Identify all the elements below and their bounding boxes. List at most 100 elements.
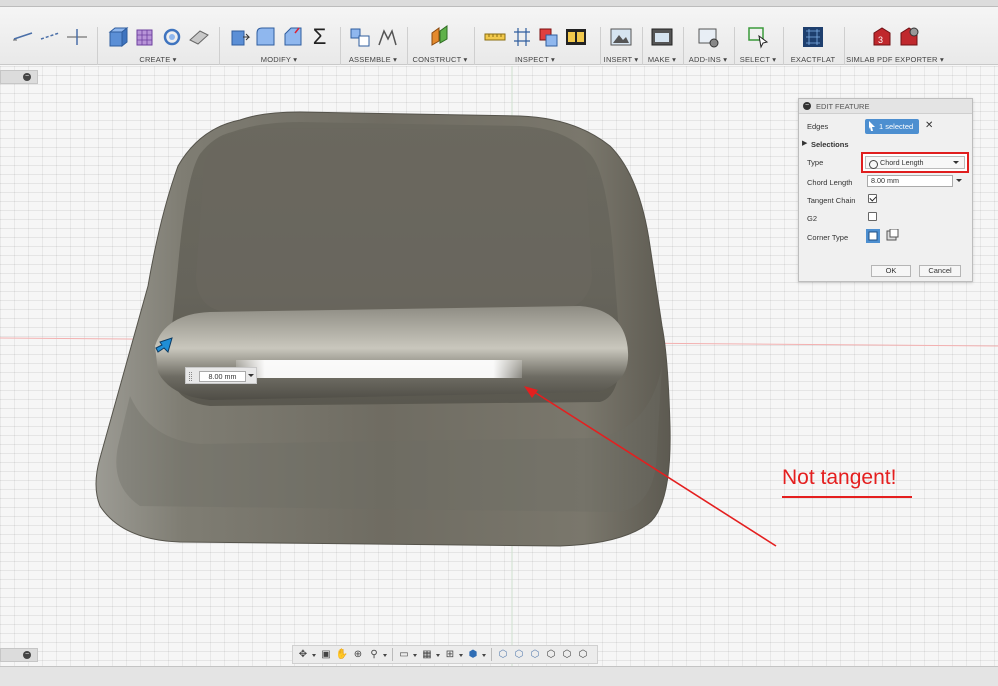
create-menu-label[interactable]: CREATE ▾ (98, 55, 218, 64)
type-row: Type Chord Length (799, 152, 974, 173)
type-dropdown-value: Chord Length (880, 158, 924, 167)
chord-length-icon (869, 160, 878, 169)
exactflat-icon[interactable] (801, 25, 825, 49)
simlab-settings-icon[interactable] (897, 25, 921, 49)
press-pull-icon[interactable] (227, 25, 251, 49)
add-ins-group: ADD-INS ▾ (684, 7, 732, 65)
edges-selection-button[interactable]: 1 selected (865, 119, 919, 134)
new-component-icon[interactable] (348, 25, 372, 49)
make-menu-label[interactable]: MAKE ▾ (643, 55, 681, 64)
simlab-export-icon[interactable]: 3 (870, 25, 894, 49)
plane-body-icon[interactable] (187, 25, 211, 49)
measure-icon[interactable] (483, 25, 507, 49)
annotation-text: Not tangent! (782, 466, 897, 489)
zoom-icon[interactable]: ⚲ (367, 648, 381, 662)
main-toolbar: CREATE ▾ Σ MODIFY ▾ ASSEMBLE ▾ CONSTRUCT… (0, 7, 998, 65)
inspect-icons (475, 25, 595, 53)
selected-edge-highlight[interactable] (236, 360, 522, 378)
chevron-down-icon[interactable] (383, 648, 388, 662)
zoom-window-icon[interactable]: ⊕ (351, 648, 365, 662)
edit-feature-panel: − EDIT FEATURE Edges 1 selected ✕ ▶ Sele… (798, 98, 973, 282)
extrude-icon[interactable] (106, 25, 130, 49)
compute-sum-icon[interactable]: Σ (308, 25, 332, 49)
dimension-value-field[interactable]: 8.00 mm (199, 371, 246, 382)
modify-menu-label[interactable]: MODIFY ▾ (220, 55, 338, 64)
create-icons (98, 25, 218, 53)
display-settings-icon[interactable]: ▭ (397, 648, 411, 662)
comments-panel-toggle[interactable]: − (0, 648, 38, 662)
cancel-button[interactable]: Cancel (919, 265, 961, 277)
modify-group: Σ MODIFY ▾ (220, 7, 338, 65)
expand-triangle-icon[interactable]: ▶ (802, 139, 807, 147)
3d-print-icon[interactable] (650, 25, 674, 49)
ok-button[interactable]: OK (871, 265, 911, 277)
g2-checkbox[interactable] (868, 212, 877, 221)
viewports-icon[interactable]: ⊞ (443, 648, 457, 662)
grid-settings-icon[interactable]: ▦ (420, 648, 434, 662)
chord-length-label: Chord Length (807, 178, 853, 187)
simlab-menu-label[interactable]: SIMLAB PDF EXPORTER ▾ (845, 55, 945, 64)
type-dropdown[interactable]: Chord Length (861, 152, 969, 173)
chevron-down-icon[interactable] (312, 648, 317, 662)
viewport-dimension-input[interactable]: 8.00 mm (185, 367, 257, 384)
corner-setback-icon[interactable] (885, 229, 899, 243)
chevron-down-icon[interactable] (248, 374, 254, 377)
section-analysis-icon[interactable] (510, 25, 534, 49)
dashed-line-sketch-icon[interactable] (38, 25, 62, 49)
insert-image-icon[interactable] (609, 25, 633, 49)
panel-header: − EDIT FEATURE (799, 99, 972, 114)
assemble-menu-label[interactable]: ASSEMBLE ▾ (341, 55, 405, 64)
wire-view-icon[interactable]: ⬡ (528, 648, 542, 662)
fillet-icon[interactable] (254, 25, 278, 49)
select-window-icon[interactable] (746, 25, 770, 49)
tangent-chain-checkbox[interactable] (868, 194, 877, 203)
modify-icons: Σ (220, 25, 338, 53)
selections-row[interactable]: ▶ Selections (799, 137, 974, 153)
chord-length-row: Chord Length 8.00 mm (799, 175, 974, 191)
chevron-down-icon[interactable] (459, 648, 464, 662)
edges-row: Edges 1 selected ✕ (799, 119, 974, 135)
environment-icon[interactable]: ⬢ (466, 648, 480, 662)
g2-row: G2 (799, 211, 974, 227)
joint-icon[interactable] (375, 25, 399, 49)
chamfer-icon[interactable] (281, 25, 305, 49)
chevron-down-icon[interactable] (956, 179, 962, 182)
cursor-icon (869, 121, 875, 131)
selections-label: Selections (811, 140, 849, 149)
interference-icon[interactable] (537, 25, 561, 49)
sketch-icons (4, 25, 96, 53)
crosshair-sketch-icon[interactable] (65, 25, 89, 49)
look-at-icon[interactable]: ▣ (319, 648, 333, 662)
pipe-icon[interactable] (160, 25, 184, 49)
chord-length-input[interactable]: 8.00 mm (867, 175, 953, 187)
edges-selection-count: 1 selected (879, 122, 914, 131)
pan-hand-icon[interactable]: ✋ (335, 648, 349, 662)
cube-view-icon[interactable]: ⬡ (512, 648, 526, 662)
browser-panel-toggle[interactable]: − (0, 70, 38, 84)
exactflat-menu-label[interactable]: EXACTFLAT (784, 55, 842, 64)
chevron-down-icon[interactable] (436, 648, 441, 662)
form-box-icon[interactable] (133, 25, 157, 49)
outline-view-icon[interactable]: ⬡ (576, 648, 590, 662)
add-ins-menu-label[interactable]: ADD-INS ▾ (684, 55, 732, 64)
line-sketch-icon[interactable] (11, 25, 35, 49)
box-view-icon[interactable]: ⬡ (496, 648, 510, 662)
offset-plane-icon[interactable] (428, 25, 452, 49)
corner-rolling-ball-icon[interactable] (866, 229, 880, 243)
shaded-view-icon[interactable]: ⬡ (544, 648, 558, 662)
collapse-icon[interactable]: − (803, 102, 811, 110)
scripts-addins-icon[interactable] (696, 25, 720, 49)
inspect-menu-label[interactable]: INSPECT ▾ (475, 55, 595, 64)
orbit-icon[interactable]: ✥ (296, 648, 310, 662)
insert-menu-label[interactable]: INSERT ▾ (601, 55, 641, 64)
display-settings-icon[interactable] (564, 25, 588, 49)
hidden-view-icon[interactable]: ⬡ (560, 648, 574, 662)
select-menu-label[interactable]: SELECT ▾ (735, 55, 781, 64)
exactflat-icons (784, 25, 842, 53)
chevron-down-icon[interactable] (482, 648, 487, 662)
fillet-edge-lip[interactable] (155, 306, 629, 400)
clear-selection-icon[interactable]: ✕ (925, 120, 933, 131)
chevron-down-icon[interactable] (413, 648, 418, 662)
construct-menu-label[interactable]: CONSTRUCT ▾ (408, 55, 472, 64)
drag-grip-icon[interactable] (189, 372, 192, 381)
